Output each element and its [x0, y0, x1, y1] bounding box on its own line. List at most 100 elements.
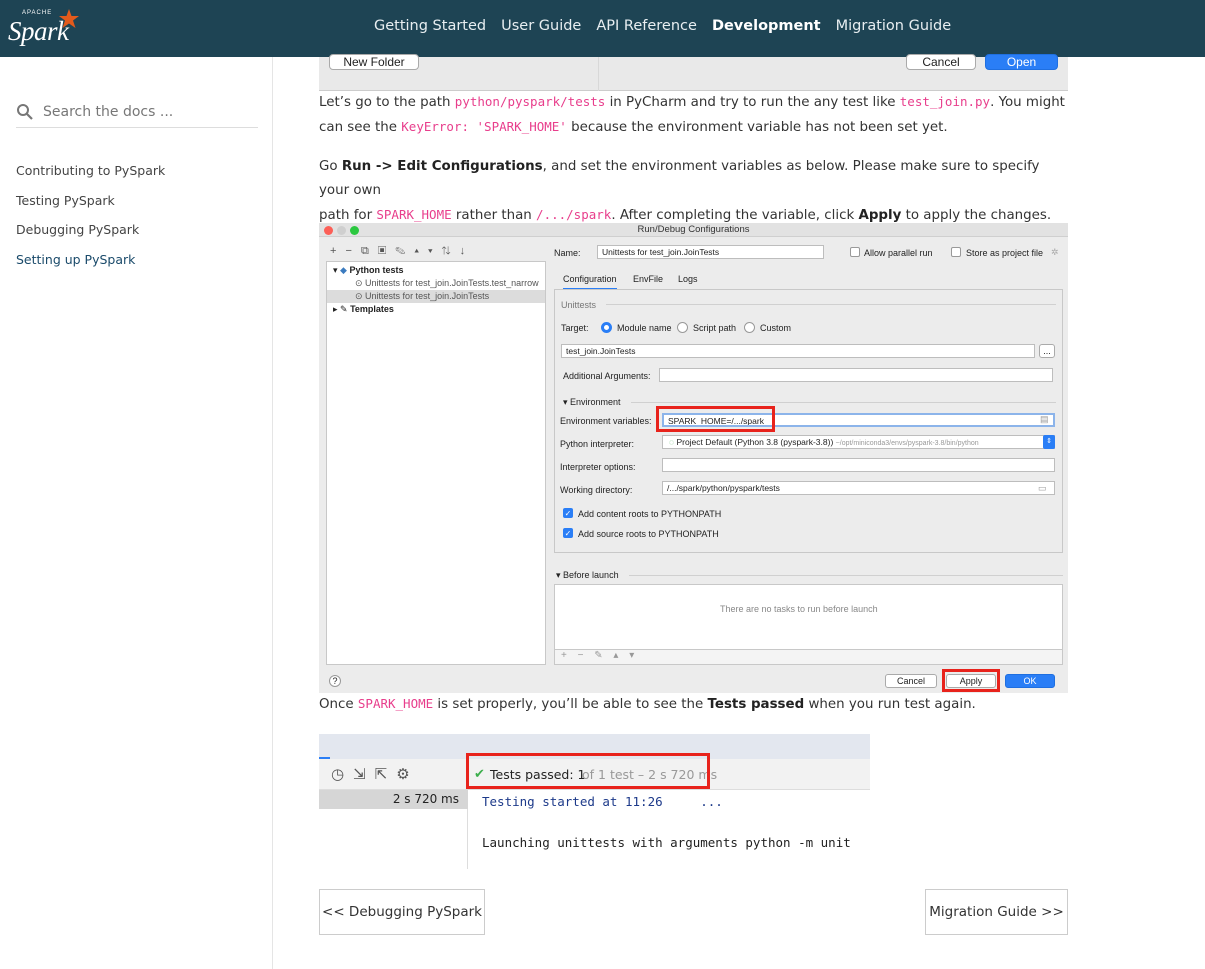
dialog-title: Run/Debug Configurations — [319, 223, 1068, 237]
environment-toggle: ▾ Environment — [563, 397, 621, 407]
next-page-button[interactable]: Migration Guide >> — [925, 889, 1068, 935]
text: to apply the changes. — [901, 208, 1052, 223]
paragraph-edit-config: Go Run -> Edit Configurations, and set t… — [319, 155, 1069, 228]
python-interp-select: ◌ Project Default (Python 3.8 (pyspark-3… — [662, 435, 1055, 449]
nav-development[interactable]: Development — [712, 18, 821, 34]
test-duration: 2 s 720 ms — [319, 790, 468, 809]
target-label: Target: — [561, 323, 589, 333]
divider — [631, 402, 1056, 403]
radio-label-module: Module name — [617, 323, 672, 333]
search-box[interactable]: Search the docs ... — [16, 97, 258, 128]
target-field: test_join.JoinTests — [561, 344, 1035, 358]
source-roots-checkbox: ✓ — [563, 528, 573, 538]
name-field: Unittests for test_join.JoinTests — [597, 245, 824, 259]
file-dialog-screenshot: New Folder Cancel Open — [319, 54, 1068, 91]
source-roots-label: Add source roots to PYTHONPATH — [578, 529, 719, 539]
additional-args-field — [659, 368, 1053, 382]
divider — [606, 304, 1056, 305]
highlight-apply — [942, 669, 1000, 692]
interp-options-label: Interpreter options: — [560, 462, 636, 472]
divider — [598, 57, 599, 91]
bold-tests-passed: Tests passed — [707, 697, 805, 712]
close-icon — [324, 226, 333, 235]
config-tree: ▾ ◆ Python tests ⊙ Unittests for test_jo… — [326, 261, 546, 665]
content-roots-label: Add content roots to PYTHONPATH — [578, 509, 722, 519]
text: because the environment variable has not… — [566, 120, 948, 135]
new-folder-button: New Folder — [329, 54, 419, 70]
tree-label: Unittests for test_join.JoinTests.test_n… — [365, 278, 539, 288]
browse-button: ... — [1039, 344, 1055, 358]
interp-options-field — [662, 458, 1055, 472]
tab-logs: Logs — [678, 274, 698, 284]
working-dir-field: /.../spark/python/pyspark/tests — [662, 481, 1055, 495]
test-tree: 2 s 720 ms — [319, 790, 468, 869]
environment-label: Environment — [570, 397, 621, 407]
test-run-screenshot: ◷⇲⇱⚙ ✔ Tests passed: 1 of 1 test – 2 s 7… — [319, 734, 870, 869]
search-input[interactable]: Search the docs ... — [43, 104, 173, 120]
help-icon: ? — [329, 675, 341, 687]
sidebar-item-testing[interactable]: Testing PySpark — [16, 193, 165, 223]
text: Once — [319, 697, 358, 712]
section-unittests: Unittests — [561, 300, 597, 310]
minimize-icon — [337, 226, 346, 235]
config-toolbar: + − ⧉ ▣ ✎ ▴ ▾ ⇅ ↓ — [330, 245, 469, 257]
maximize-icon — [350, 226, 359, 235]
spark-logo[interactable]: APACHE Spark — [8, 8, 80, 50]
tab-envfile: EnvFile — [633, 274, 664, 284]
dialog-ok-button: OK — [1005, 674, 1055, 688]
edit-env-icon: ▤ — [1040, 414, 1049, 424]
code-path: python/pyspark/tests — [454, 94, 606, 109]
test-toolbar-icons: ◷⇲⇱⚙ — [331, 765, 419, 783]
nav-api-reference[interactable]: API Reference — [596, 18, 697, 34]
paragraph-tests-passed: Once SPARK_HOME is set properly, you’ll … — [319, 692, 1069, 717]
text: when you run test again. — [804, 697, 976, 712]
sidebar-item-contributing[interactable]: Contributing to PySpark — [16, 163, 165, 193]
name-label: Name: — [554, 248, 581, 258]
folder-icon: ▭ — [1038, 483, 1047, 493]
nav-getting-started[interactable]: Getting Started — [374, 18, 486, 34]
additional-args-label: Additional Arguments: — [563, 371, 651, 381]
code-test-file: test_join.py — [899, 94, 991, 109]
tree-label: Templates — [350, 304, 394, 314]
prev-page-button[interactable]: << Debugging PySpark — [319, 889, 485, 935]
store-project-checkbox — [951, 247, 961, 257]
sidebar-item-setting-up[interactable]: Setting up PySpark — [16, 252, 165, 282]
dialog-cancel-button: Cancel — [885, 674, 937, 688]
before-launch-toggle: ▾ Before launch — [556, 570, 619, 580]
store-project-label: Store as project file — [966, 248, 1044, 258]
divider — [629, 575, 1063, 576]
python-interp-label: Python interpreter: — [560, 439, 635, 449]
sidebar-nav: Contributing to PySpark Testing PySpark … — [16, 163, 165, 281]
highlight-env-vars — [656, 406, 775, 432]
nav-user-guide[interactable]: User Guide — [501, 18, 581, 34]
nav-migration-guide[interactable]: Migration Guide — [836, 18, 952, 34]
cancel-button: Cancel — [906, 54, 976, 70]
code-spark-path: /.../spark — [536, 207, 612, 222]
text: . You might — [990, 95, 1065, 110]
paragraph-intro: Let’s go to the path python/pyspark/test… — [319, 90, 1069, 140]
tree-label: Unittests for test_join.JoinTests — [365, 291, 490, 301]
tab-configuration: Configuration — [563, 274, 617, 290]
interp-path: ~/opt/miniconda3/envs/pyspark-3.8/bin/py… — [835, 440, 979, 447]
tree-label: Python tests — [349, 265, 404, 275]
spark-star-icon — [59, 9, 79, 28]
sidebar-item-debugging[interactable]: Debugging PySpark — [16, 222, 165, 252]
tree-python-tests: ▾ ◆ Python tests — [333, 265, 404, 275]
radio-label-script: Script path — [693, 323, 737, 333]
before-launch-list — [554, 584, 1063, 650]
run-debug-dialog-screenshot: Run/Debug Configurations + − ⧉ ▣ ✎ ▴ ▾ ⇅… — [319, 223, 1068, 693]
text: Let’s go to the path — [319, 95, 455, 110]
bold-menu-path: Run -> Edit Configurations — [341, 159, 543, 174]
tree-item-jointests: ⊙ Unittests for test_join.JoinTests — [327, 290, 545, 303]
tree-item-narrow: ⊙ Unittests for test_join.JoinTests.test… — [355, 278, 539, 288]
no-tasks-text: There are no tasks to run before launch — [720, 604, 878, 614]
console-line-1: Testing started at 11:26 ... — [482, 794, 723, 809]
highlight-tests-passed — [466, 753, 710, 789]
working-dir-label: Working directory: — [560, 485, 633, 495]
radio-label-custom: Custom — [760, 323, 792, 333]
text: rather than — [451, 208, 537, 223]
text: is set properly, you’ll be able to see t… — [433, 697, 708, 712]
text: in PyCharm and try to run the any test l… — [605, 95, 900, 110]
gear-icon: ✲ — [1051, 247, 1059, 257]
main-nav: Getting Started User Guide API Reference… — [374, 18, 966, 34]
